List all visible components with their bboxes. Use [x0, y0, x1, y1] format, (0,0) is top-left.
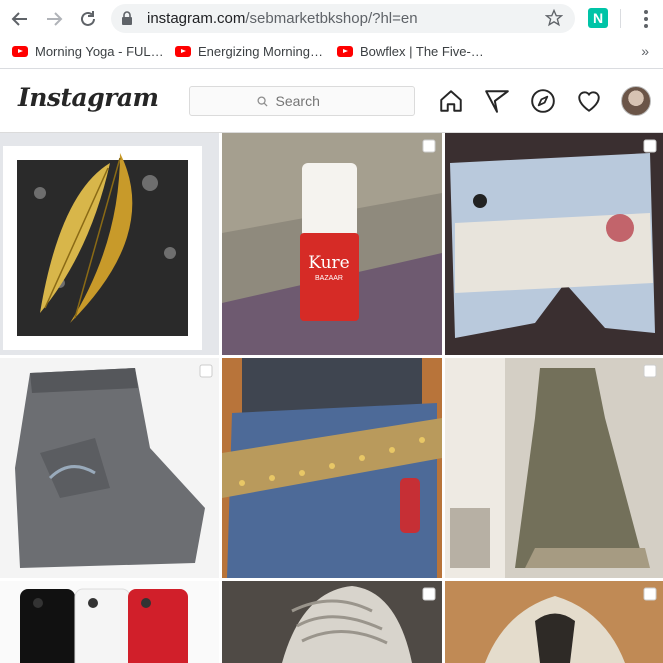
bookmark-item[interactable]: Bowflex | The Five-…	[337, 44, 484, 59]
bookmark-label: Morning Yoga - FUL…	[35, 44, 164, 59]
reload-button[interactable]	[76, 7, 100, 31]
extension-icon[interactable]: N	[588, 8, 608, 28]
home-icon[interactable]	[438, 88, 464, 114]
post-image	[0, 133, 219, 355]
polish-brand-label: Kure	[308, 253, 349, 273]
post-tile[interactable]	[222, 358, 442, 578]
bookmark-item[interactable]: Morning Yoga - FUL…	[12, 44, 164, 59]
activity-heart-icon[interactable]	[576, 88, 602, 114]
post-grid: Kure BAZAAR	[0, 133, 663, 663]
post-image	[0, 358, 219, 578]
address-bar[interactable]: instagram.com/sebmarketbkshop/?hl=en	[111, 4, 575, 33]
youtube-icon	[12, 46, 28, 57]
bookmarks-overflow-button[interactable]: »	[641, 43, 649, 59]
multi-photo-icon	[199, 364, 213, 378]
back-arrow-icon	[11, 12, 27, 26]
instagram-header: Instagram	[0, 69, 663, 133]
browser-toolbar: instagram.com/sebmarketbkshop/?hl=en N	[0, 0, 663, 37]
explore-compass-icon[interactable]	[530, 88, 556, 114]
reload-icon	[81, 11, 95, 26]
forward-button[interactable]	[42, 7, 66, 31]
profile-avatar[interactable]	[621, 86, 651, 116]
post-image	[222, 358, 442, 578]
instagram-logo[interactable]: Instagram	[18, 83, 159, 112]
post-image	[445, 133, 663, 355]
post-image: Kure BAZAAR	[222, 133, 442, 355]
post-image	[445, 358, 663, 578]
search-icon	[256, 95, 268, 107]
post-tile[interactable]	[445, 358, 663, 578]
post-tile[interactable]: Kure BAZAAR	[222, 133, 442, 355]
multi-photo-icon	[643, 364, 657, 378]
multi-photo-icon	[643, 587, 657, 601]
multi-photo-icon	[422, 587, 436, 601]
more-vert-icon[interactable]	[634, 7, 658, 31]
post-image	[0, 581, 219, 663]
url-host: instagram.com	[147, 10, 246, 27]
url-path: /sebmarketbkshop/?hl=en	[245, 10, 418, 27]
youtube-icon	[175, 46, 191, 57]
bookmarks-bar: Morning Yoga - FUL… Energizing Morning… …	[0, 37, 663, 69]
post-tile[interactable]	[0, 133, 219, 355]
direct-message-icon[interactable]	[484, 88, 510, 114]
post-tile[interactable]	[222, 581, 442, 663]
bookmark-item[interactable]: Energizing Morning…	[175, 44, 323, 59]
url-text: instagram.com/sebmarketbkshop/?hl=en	[147, 10, 418, 27]
multi-photo-icon	[422, 139, 436, 153]
search-input[interactable]	[273, 92, 348, 110]
lock-icon	[122, 11, 132, 25]
post-tile[interactable]	[0, 358, 219, 578]
toolbar-divider	[620, 9, 621, 28]
post-tile[interactable]	[0, 581, 219, 663]
bookmark-label: Energizing Morning…	[198, 44, 324, 59]
post-image	[445, 581, 663, 663]
bookmark-label: Bowflex | The Five-…	[360, 44, 484, 59]
search-box[interactable]	[189, 86, 415, 116]
bookmark-star-icon[interactable]	[545, 9, 563, 27]
youtube-icon	[337, 46, 353, 57]
post-tile[interactable]	[445, 581, 663, 663]
post-tile[interactable]	[445, 133, 663, 355]
back-button[interactable]	[8, 7, 32, 31]
polish-sub-label: BAZAAR	[315, 275, 343, 282]
post-image	[222, 581, 442, 663]
multi-photo-icon	[643, 139, 657, 153]
forward-arrow-icon	[47, 12, 63, 26]
